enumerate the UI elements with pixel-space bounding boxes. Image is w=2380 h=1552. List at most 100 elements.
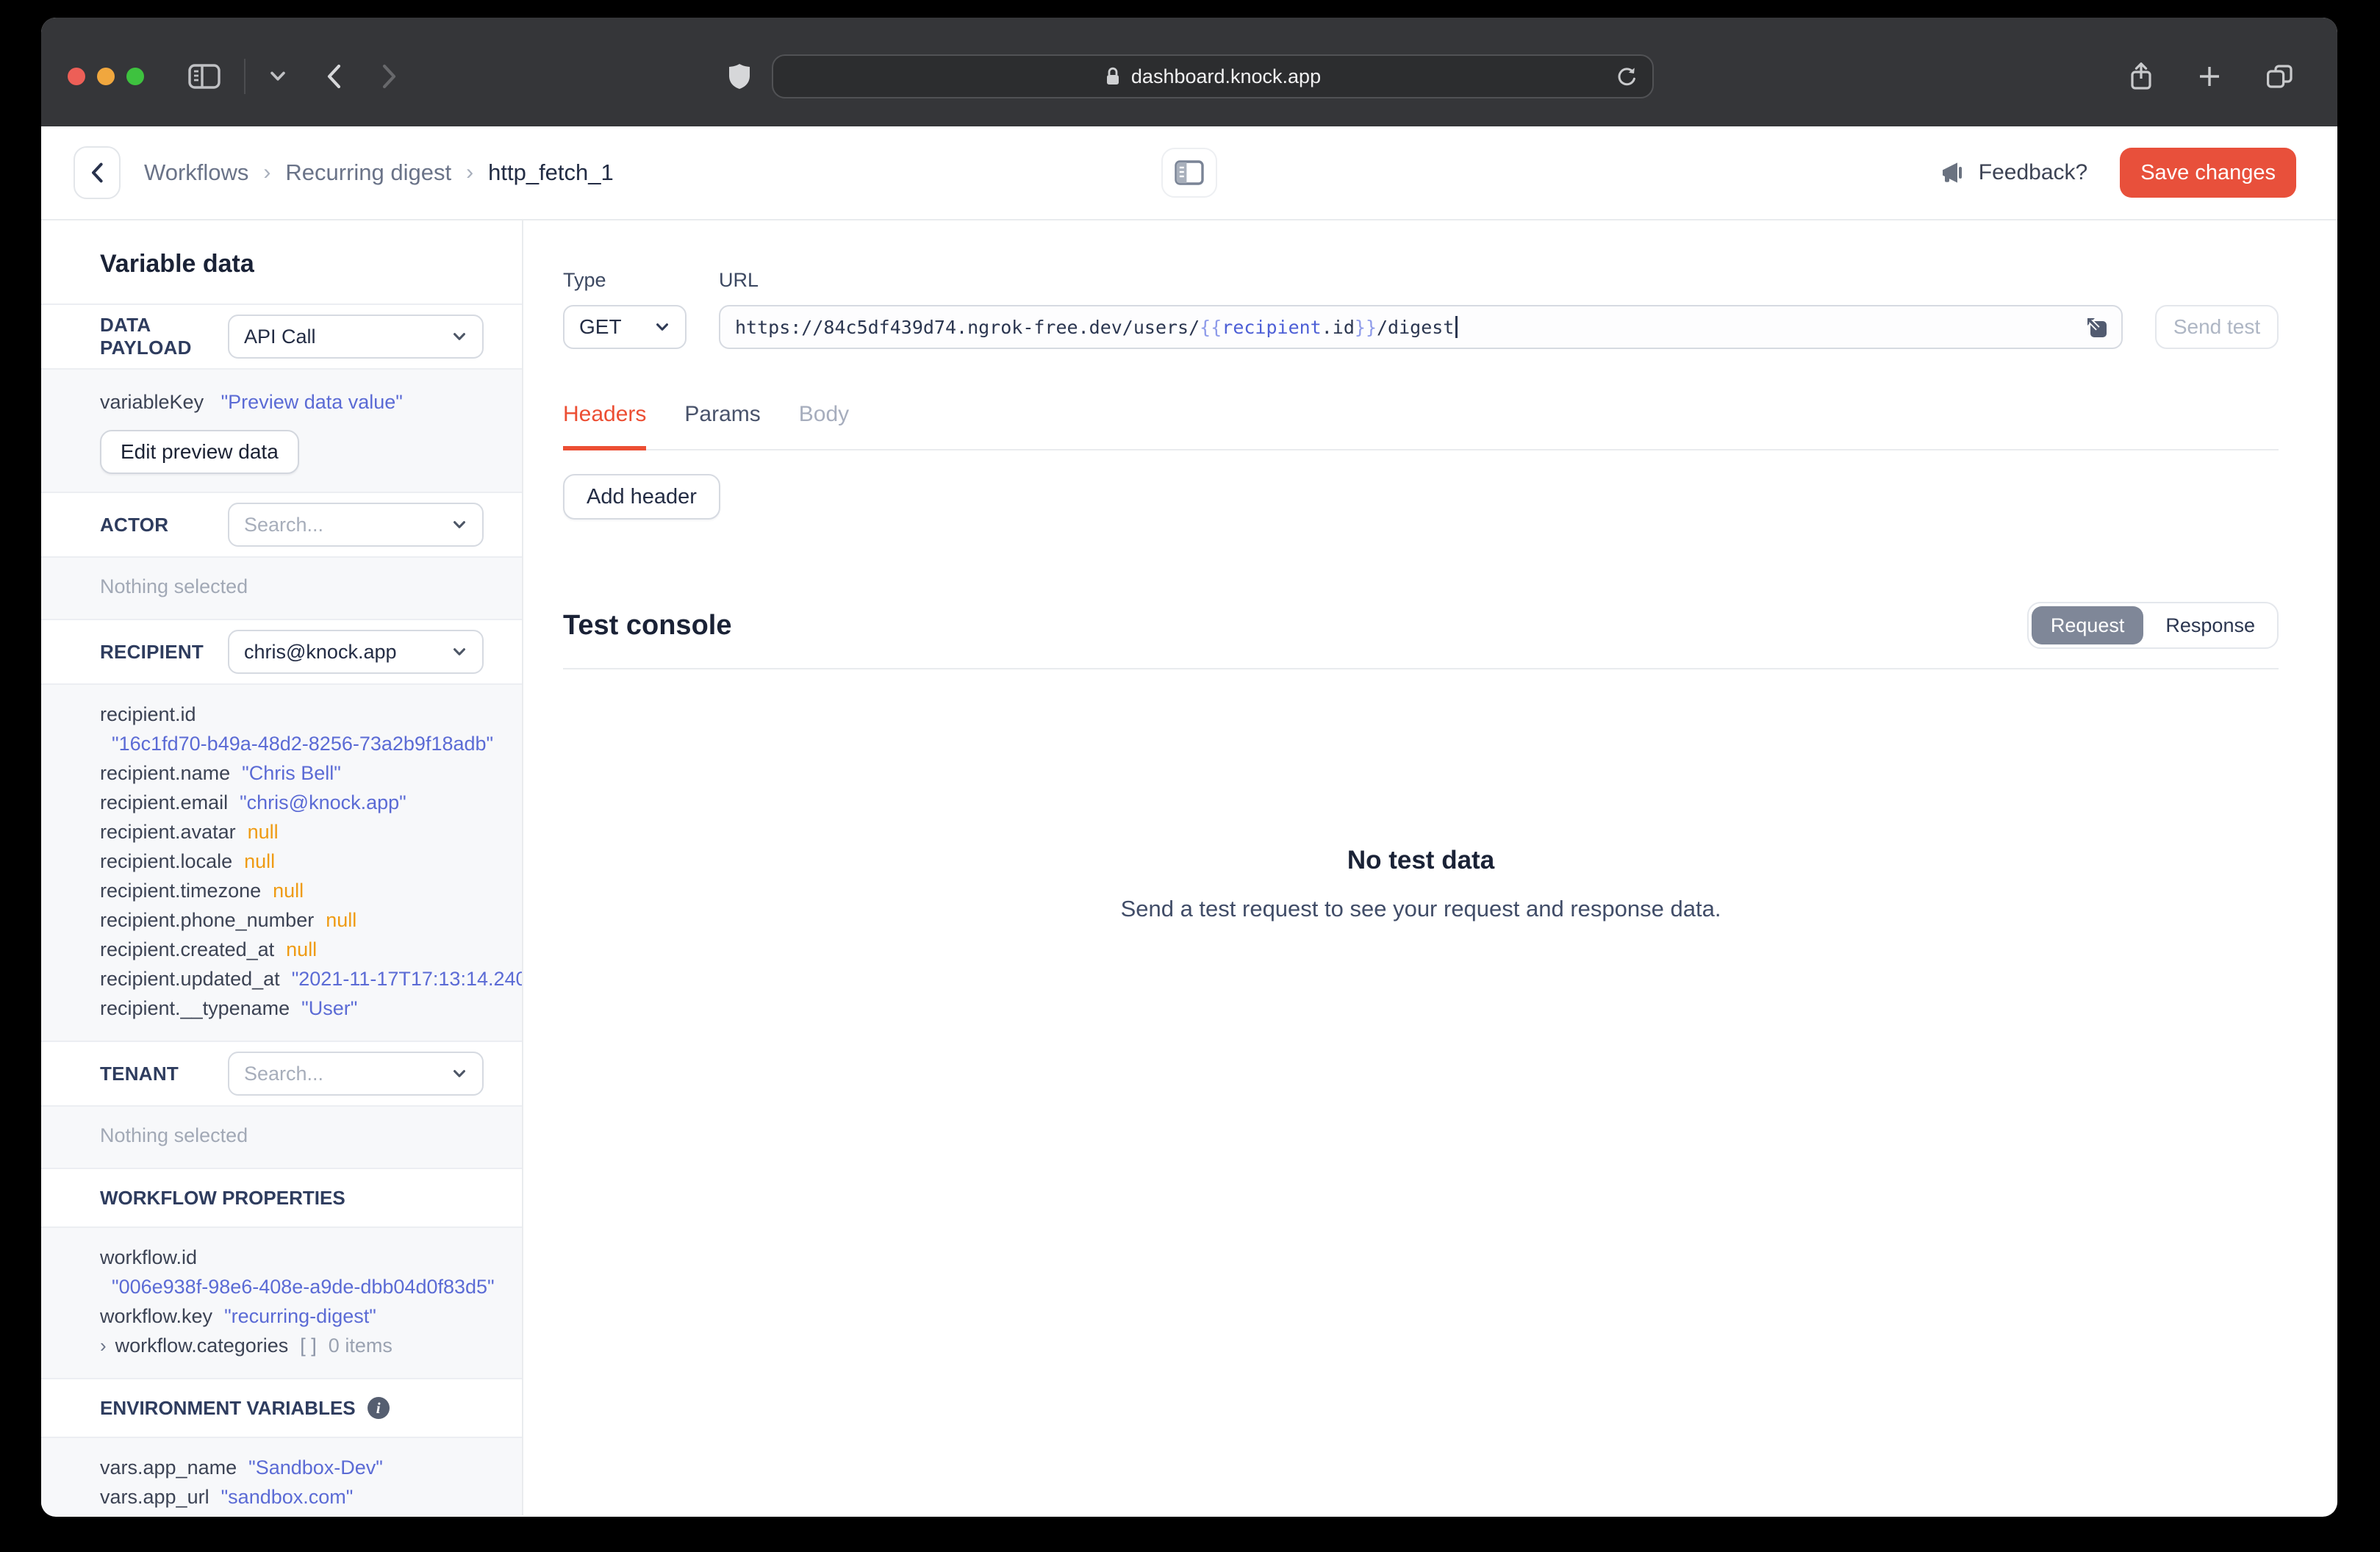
url-input[interactable]: https://84c5df439d74.ngrok-free.dev/user… xyxy=(719,305,2123,349)
test-console-title: Test console xyxy=(563,609,732,641)
breadcrumb-current-step: http_fetch_1 xyxy=(488,159,614,185)
variable-row: recipient.phone_number null xyxy=(100,909,357,931)
expand-editor-icon[interactable] xyxy=(2085,315,2110,345)
back-icon[interactable] xyxy=(322,60,345,93)
chevron-right-icon: › xyxy=(100,1334,107,1357)
url-label: URL xyxy=(719,269,759,291)
recipient-value: chris@knock.app xyxy=(244,640,397,663)
toggle-response[interactable]: Response xyxy=(2146,606,2274,644)
request-tabs: Headers Params Body xyxy=(563,402,2279,450)
variable-row: recipient.timezone null xyxy=(100,880,304,902)
chrome-divider xyxy=(244,59,245,94)
chevron-down-icon xyxy=(454,648,465,655)
variable-row: recipient.updated_at "2021-11-17T17:13:14… xyxy=(100,968,523,990)
tenant-label: TENANT xyxy=(100,1062,179,1085)
workflow-properties-heading: WORKFLOW PROPERTIES xyxy=(41,1169,522,1226)
tenant-row: TENANT Search... xyxy=(41,1042,522,1105)
recipient-variables-section: recipient.id "16c1fd70-b49a-48d2-8256-73… xyxy=(41,683,522,1042)
info-icon[interactable]: i xyxy=(367,1397,390,1419)
actor-row: ACTOR Search... xyxy=(41,493,522,556)
data-payload-label: DATA PAYLOAD xyxy=(100,314,192,359)
request-editor-panel: Type GET URL https://84c5df439d74.ngrok-… xyxy=(523,220,2337,1515)
variable-row: recipient.avatar null xyxy=(100,821,279,843)
chevron-down-icon[interactable] xyxy=(266,67,290,86)
environment-variables-section: vars.app_name "Sandbox-Dev" vars.app_url "… xyxy=(41,1437,522,1515)
breadcrumb-workflows[interactable]: Workflows xyxy=(144,159,248,186)
url-field: URL https://84c5df439d74.ngrok-free.dev/… xyxy=(719,269,2123,349)
breadcrumb: Workflows › Recurring digest › http_fetc… xyxy=(144,159,614,186)
variable-value-row: "006e938f-98e6-408e-a9de-dbb04d0f83d5" xyxy=(112,1276,495,1298)
desktop: dashboard.knock.app Workflows › Recurrin… xyxy=(0,0,2380,1552)
app-body: Variable data DATA PAYLOAD API Call vari… xyxy=(41,220,2337,1515)
request-form: Type GET URL https://84c5df439d74.ngrok-… xyxy=(563,269,2279,349)
empty-state-message: Send a test request to see your request … xyxy=(1120,896,1721,922)
chevron-down-icon xyxy=(454,1070,465,1077)
chevron-down-icon xyxy=(656,323,668,331)
tab-overview-icon[interactable] xyxy=(2262,60,2296,93)
tenant-empty-section: Nothing selected xyxy=(41,1105,522,1169)
tab-params[interactable]: Params xyxy=(684,402,760,449)
variable-row: recipient.__typename "User" xyxy=(100,997,358,1019)
close-window-button[interactable] xyxy=(68,68,85,85)
preview-key: variableKey xyxy=(100,391,204,413)
recipient-select[interactable]: chris@knock.app xyxy=(228,630,484,674)
privacy-shield-icon[interactable] xyxy=(725,60,754,93)
new-tab-icon[interactable] xyxy=(2195,62,2224,91)
tenant-placeholder: Search... xyxy=(244,1062,324,1085)
toggle-request[interactable]: Request xyxy=(2031,606,2144,644)
chevron-down-icon xyxy=(454,333,465,340)
actor-empty-note: Nothing selected xyxy=(100,575,248,597)
zoom-window-button[interactable] xyxy=(126,68,144,85)
variable-value-row: "16c1fd70-b49a-48d2-8256-73a2b9f18adb" xyxy=(112,733,494,755)
variable-row: vars.app_url "sandbox.com" xyxy=(100,1486,354,1508)
test-console-header: Test console Request Response xyxy=(563,602,2279,649)
browser-window: dashboard.knock.app Workflows › Recurrin… xyxy=(41,18,2337,1517)
add-header-button[interactable]: Add header xyxy=(563,474,720,520)
tenant-empty-note: Nothing selected xyxy=(100,1124,248,1146)
sidebar-title: Variable data xyxy=(41,220,522,305)
browser-sidebar-icon[interactable] xyxy=(185,60,223,93)
variable-data-sidebar: Variable data DATA PAYLOAD API Call vari… xyxy=(41,220,523,1515)
variable-row: workflow.key "recurring-digest" xyxy=(100,1305,376,1327)
app-header: Workflows › Recurring digest › http_fetc… xyxy=(41,126,2337,220)
forward-icon[interactable] xyxy=(378,60,401,93)
tenant-select[interactable]: Search... xyxy=(228,1052,484,1096)
address-bar[interactable]: dashboard.knock.app xyxy=(772,54,1654,98)
breadcrumb-recurring-digest[interactable]: Recurring digest xyxy=(285,159,451,186)
console-divider xyxy=(563,668,2279,669)
recipient-label: RECIPIENT xyxy=(100,640,204,663)
workflow-categories-row[interactable]: › workflow.categories[ ] 0 items xyxy=(100,1331,484,1360)
feedback-link[interactable]: Feedback? xyxy=(1940,160,2087,185)
workflow-properties-section: workflow.id "006e938f-98e6-408e-a9de-dbb… xyxy=(41,1226,522,1379)
text-cursor xyxy=(1455,316,1458,338)
save-changes-button[interactable]: Save changes xyxy=(2120,148,2296,198)
breadcrumb-separator: › xyxy=(466,160,474,184)
megaphone-icon xyxy=(1942,162,1962,183)
reload-icon[interactable] xyxy=(1616,66,1638,96)
share-icon[interactable] xyxy=(2126,59,2157,94)
sidebar-toggle-button[interactable] xyxy=(1161,148,1217,198)
type-label: Type xyxy=(563,269,606,291)
variable-row: vars.branding.icon_url xyxy=(100,1512,484,1515)
browser-chrome: dashboard.knock.app xyxy=(41,18,2337,126)
method-select[interactable]: GET xyxy=(563,305,687,349)
recipient-row: RECIPIENT chris@knock.app xyxy=(41,620,522,683)
send-test-button[interactable]: Send test xyxy=(2155,305,2279,349)
variable-row: recipient.email "chris@knock.app" xyxy=(100,791,406,813)
tab-body[interactable]: Body xyxy=(799,402,849,449)
data-payload-select[interactable]: API Call xyxy=(228,315,484,359)
request-response-toggle: Request Response xyxy=(2026,602,2279,649)
variable-row: workflow.id xyxy=(100,1246,198,1268)
variable-row: recipient.name "Chris Bell" xyxy=(100,762,341,784)
chevron-down-icon xyxy=(454,521,465,528)
variable-row: recipient.id xyxy=(100,703,196,725)
back-button[interactable] xyxy=(74,146,121,199)
edit-preview-data-button[interactable]: Edit preview data xyxy=(100,430,299,474)
actor-select[interactable]: Search... xyxy=(228,503,484,547)
minimize-window-button[interactable] xyxy=(97,68,115,85)
chevron-left-icon xyxy=(92,162,103,183)
data-payload-row: DATA PAYLOAD API Call xyxy=(41,305,522,368)
traffic-lights xyxy=(68,68,144,85)
tab-headers[interactable]: Headers xyxy=(563,402,647,450)
method-value: GET xyxy=(579,315,622,338)
